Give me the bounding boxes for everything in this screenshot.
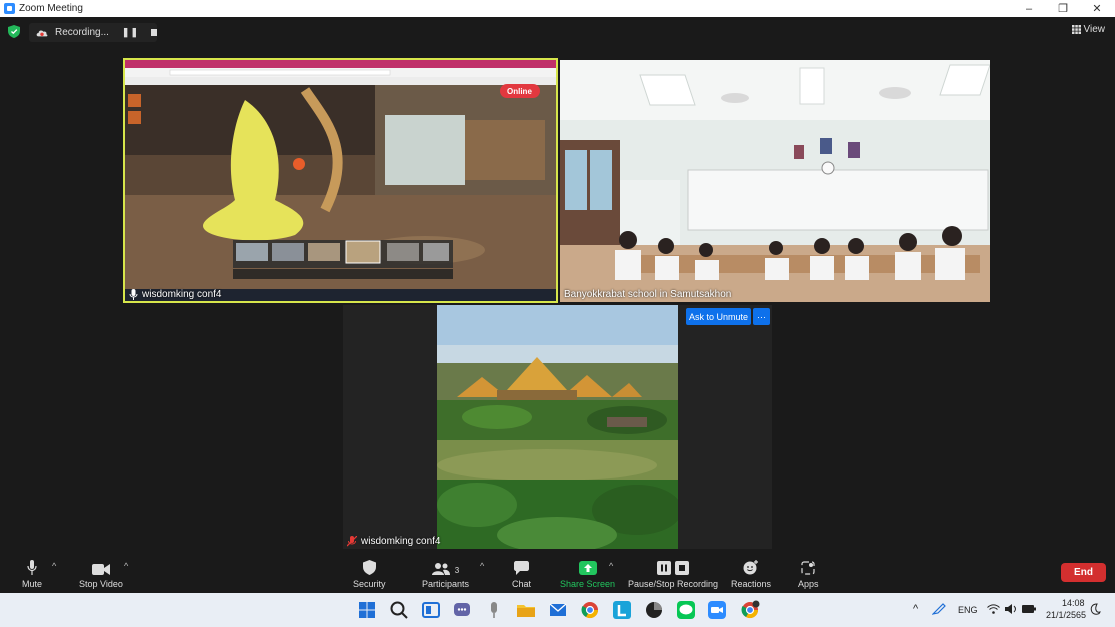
meeting-stage: Recording... ❚❚ View Online wisdomking c… <box>0 17 1115 553</box>
cloud-recording-icon <box>36 30 48 36</box>
view-button[interactable]: View <box>1071 24 1106 35</box>
participants-button[interactable]: 3 Participants <box>422 557 469 589</box>
window-title: Zoom Meeting <box>19 3 83 14</box>
participants-label: Participants <box>422 579 470 589</box>
participants-options-chevron-icon[interactable]: ^ <box>480 561 484 571</box>
more-options-button[interactable]: ··· <box>753 308 770 325</box>
participants-icon <box>431 563 450 575</box>
mail-icon[interactable] <box>548 600 568 620</box>
video-tile-active-speaker[interactable]: Online wisdomking conf4 <box>123 58 558 303</box>
participant-name: Banyokkrabat school in Samutsakhon <box>564 289 732 300</box>
security-shield-icon <box>362 560 376 575</box>
share-screen-arrow-icon <box>578 561 597 575</box>
stop-recording-icon[interactable] <box>151 29 157 36</box>
share-options-chevron-icon[interactable]: ^ <box>609 561 613 571</box>
chrome-profile-icon[interactable] <box>740 600 760 620</box>
chat-button[interactable]: Chat <box>512 557 531 589</box>
search-icon[interactable] <box>389 600 409 620</box>
online-badge: Online <box>507 87 532 96</box>
end-meeting-button[interactable]: End <box>1061 563 1106 582</box>
windows-taskbar: ^ ENG 14:08 21/1/2565 <box>0 593 1115 627</box>
task-view-icon[interactable] <box>421 600 441 620</box>
classroom-video <box>560 60 990 302</box>
mute-options-chevron-icon[interactable]: ^ <box>52 561 56 571</box>
security-label: Security <box>353 579 386 589</box>
participant-name: wisdomking conf4 <box>361 536 441 547</box>
participant-name-label: wisdomking conf4 <box>347 536 440 547</box>
pause-stop-recording-button[interactable]: Pause/Stop Recording <box>628 557 718 589</box>
teams-chat-icon[interactable] <box>452 600 472 620</box>
apps-button[interactable]: Apps <box>798 557 819 589</box>
participant-name-label: wisdomking conf4 <box>129 289 221 300</box>
share-screen-label: Share Screen <box>560 579 616 589</box>
microphone-app-icon[interactable] <box>484 600 504 620</box>
media-app-icon[interactable] <box>644 600 664 620</box>
clock-date[interactable]: 21/1/2565 <box>1046 610 1086 620</box>
apps-icon <box>801 561 815 575</box>
wifi-icon[interactable] <box>987 604 1000 614</box>
encryption-shield-icon[interactable] <box>8 25 20 38</box>
video-tile-wisdomking[interactable]: wisdomking conf4 <box>343 305 772 549</box>
chat-label: Chat <box>512 579 532 589</box>
mute-label: Mute <box>22 579 43 589</box>
grid-view-icon <box>1071 25 1081 34</box>
mute-button[interactable]: Mute <box>22 557 42 589</box>
video-tile-classroom[interactable]: Banyokkrabat school in Samutsakhon <box>560 60 990 302</box>
muted-microphone-icon <box>347 536 357 547</box>
temple-aerial-image <box>437 305 678 549</box>
pen-input-icon[interactable] <box>932 603 946 615</box>
chrome-icon[interactable] <box>580 600 600 620</box>
title-bar: Zoom Meeting – ❐ ✕ <box>0 0 1115 17</box>
l-app-icon[interactable] <box>612 600 632 620</box>
show-hidden-icons-chevron-icon[interactable]: ^ <box>913 603 918 615</box>
shared-screen-virtual-tour <box>125 60 556 301</box>
apps-label: Apps <box>798 579 819 589</box>
line-app-icon[interactable] <box>676 600 696 620</box>
microphone-icon <box>27 560 37 575</box>
pause-icon <box>657 561 672 575</box>
recording-indicator: Recording... ❚❚ <box>29 23 157 42</box>
windows-start-icon[interactable] <box>357 600 377 620</box>
microphone-icon <box>129 289 138 300</box>
stop-video-button[interactable]: Stop Video <box>79 557 123 589</box>
pause-stop-recording-label: Pause/Stop Recording <box>628 579 719 589</box>
speaker-volume-icon[interactable] <box>1005 604 1018 614</box>
stop-icon <box>675 561 690 575</box>
stop-video-label: Stop Video <box>79 579 123 589</box>
meeting-toolbar: Mute ^ Stop Video ^ Security 3 Participa… <box>0 553 1115 593</box>
recording-status: Recording... <box>54 27 109 38</box>
zoom-app-icon <box>4 3 15 14</box>
reactions-button[interactable]: Reactions <box>731 557 771 589</box>
security-button[interactable]: Security <box>353 557 386 589</box>
video-camera-icon <box>91 564 110 575</box>
close-button[interactable]: ✕ <box>1080 0 1114 17</box>
video-options-chevron-icon[interactable]: ^ <box>124 561 128 571</box>
restore-button[interactable]: ❐ <box>1046 0 1080 17</box>
file-explorer-icon[interactable] <box>516 600 536 620</box>
smiley-face-icon <box>743 560 759 575</box>
reactions-label: Reactions <box>731 579 772 589</box>
chat-bubble-icon <box>514 561 529 575</box>
notifications-icon[interactable] <box>1089 603 1101 616</box>
clock-time[interactable]: 14:08 <box>1062 598 1085 608</box>
pause-recording-icon[interactable]: ❚❚ <box>122 27 139 38</box>
battery-plugged-icon[interactable] <box>1022 604 1036 614</box>
zoom-taskbar-icon[interactable] <box>707 600 727 620</box>
participant-name: wisdomking conf4 <box>142 289 222 300</box>
language-indicator[interactable]: ENG <box>958 605 978 615</box>
share-screen-button[interactable]: Share Screen <box>560 557 615 589</box>
view-label: View <box>1083 24 1106 35</box>
participants-count: 3 <box>454 566 460 575</box>
minimize-button[interactable]: – <box>1012 0 1046 17</box>
ask-to-unmute-button[interactable]: Ask to Unmute <box>686 308 751 325</box>
participant-name-label: Banyokkrabat school in Samutsakhon <box>564 289 731 300</box>
